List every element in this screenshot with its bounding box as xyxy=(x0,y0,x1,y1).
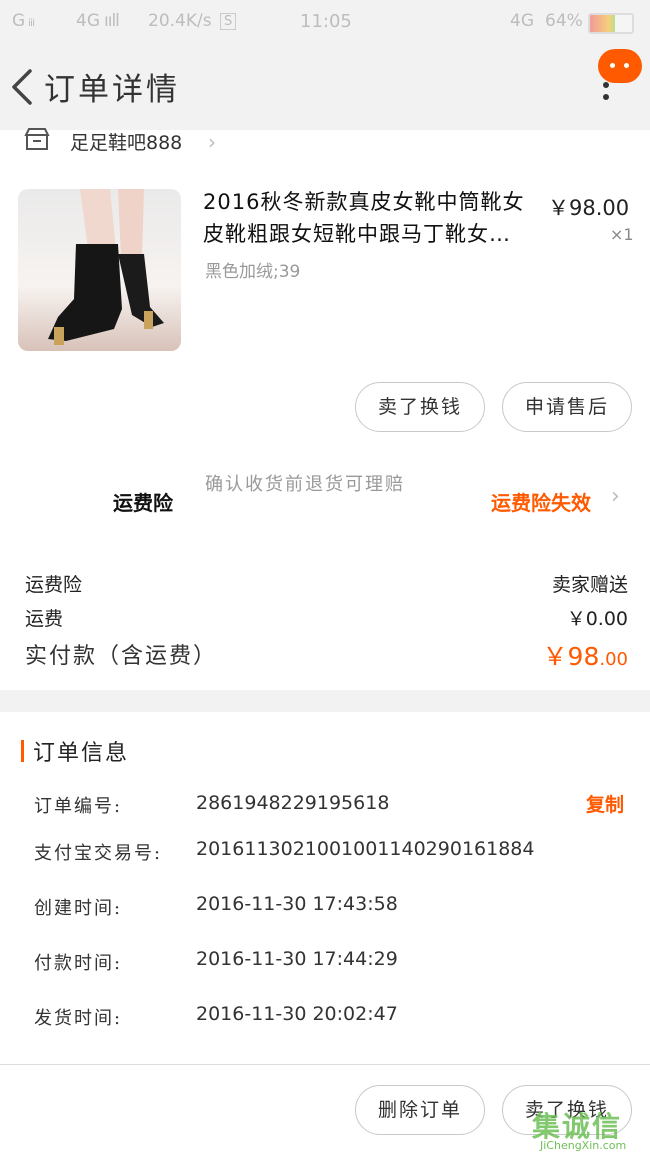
total-cents: .00 xyxy=(599,649,628,670)
fee-label-shipping: 运费 xyxy=(25,608,64,630)
chevron-right-icon[interactable]: › xyxy=(208,130,216,154)
shipped-time-value: 2016-11-30 20:02:47 xyxy=(196,1003,398,1025)
total-main: ￥98 xyxy=(542,642,600,671)
chevron-right-icon[interactable]: › xyxy=(611,484,620,509)
section-divider xyxy=(0,690,650,712)
battery-percent: 64% xyxy=(545,11,583,31)
shop-name[interactable]: 足足鞋吧888 xyxy=(70,128,182,155)
watermark-url: JiChengXin.com xyxy=(540,1139,627,1152)
alipay-trade-value: 2016113021001001140290161884 xyxy=(196,838,535,860)
page-title: 订单详情 xyxy=(44,72,180,108)
watermark-logo: 集诚信 JiChengXin.com xyxy=(532,1105,648,1153)
signal-bars-icon-2: ııll xyxy=(104,11,120,31)
more-options-icon[interactable] xyxy=(603,82,611,102)
battery-icon xyxy=(588,13,634,34)
paid-time-value: 2016-11-30 17:44:29 xyxy=(196,948,398,970)
created-time-label: 创建时间: xyxy=(34,898,123,919)
sim-icon: S xyxy=(220,13,237,30)
created-time-value: 2016-11-30 17:43:58 xyxy=(196,893,398,915)
section-accent-bar xyxy=(21,740,24,762)
insurance-status[interactable]: 运费险失效 xyxy=(491,487,591,516)
product-image[interactable] xyxy=(18,189,181,351)
after-sale-button[interactable]: 申请售后 xyxy=(502,382,632,432)
copy-button[interactable]: 复制 xyxy=(586,790,624,817)
signal-text: G xyxy=(12,11,26,31)
message-icon[interactable] xyxy=(598,49,642,83)
total-value: ￥98.00 xyxy=(543,637,628,673)
paid-time-label: 付款时间: xyxy=(34,953,123,974)
status-bar: G ᵢᵢᵢ 4G ııll 20.4K/s S 11:05 4G 64% xyxy=(0,0,650,44)
order-number-label: 订单编号: xyxy=(34,796,123,817)
fee-value-shipping: ￥0.00 xyxy=(566,608,628,630)
delete-order-button[interactable]: 删除订单 xyxy=(355,1085,485,1135)
alipay-trade-label: 支付宝交易号: xyxy=(34,843,163,864)
network-type: 4G xyxy=(510,11,534,31)
back-arrow-icon[interactable] xyxy=(10,68,34,106)
insurance-label: 运费险 xyxy=(113,491,173,515)
insurance-description: 确认收货前退货可理赔 xyxy=(205,474,405,495)
shipped-time-label: 发货时间: xyxy=(34,1008,123,1029)
sell-button[interactable]: 卖了换钱 xyxy=(355,382,485,432)
total-label: 实付款（含运费） xyxy=(25,644,218,669)
product-quantity: ×1 xyxy=(610,225,634,244)
fee-label-insurance: 运费险 xyxy=(25,574,83,596)
fee-value-insurance: 卖家赠送 xyxy=(551,574,628,596)
speed-text: 20.4K/s xyxy=(148,11,212,31)
clock: 11:05 xyxy=(300,11,352,32)
order-info-title: 订单信息 xyxy=(33,741,130,766)
signal-bars-icon: ᵢᵢᵢ xyxy=(28,11,35,31)
order-number-value: 2861948229195618 xyxy=(196,792,390,814)
shop-icon xyxy=(24,128,50,150)
network-label: 4G xyxy=(76,11,100,31)
product-price: ￥98.00 xyxy=(548,196,630,220)
product-title[interactable]: 2016秋冬新款真皮女靴中筒靴女皮靴粗跟女短靴中跟马丁靴女… xyxy=(203,186,538,250)
product-sku: 黑色加绒;39 xyxy=(205,262,301,282)
